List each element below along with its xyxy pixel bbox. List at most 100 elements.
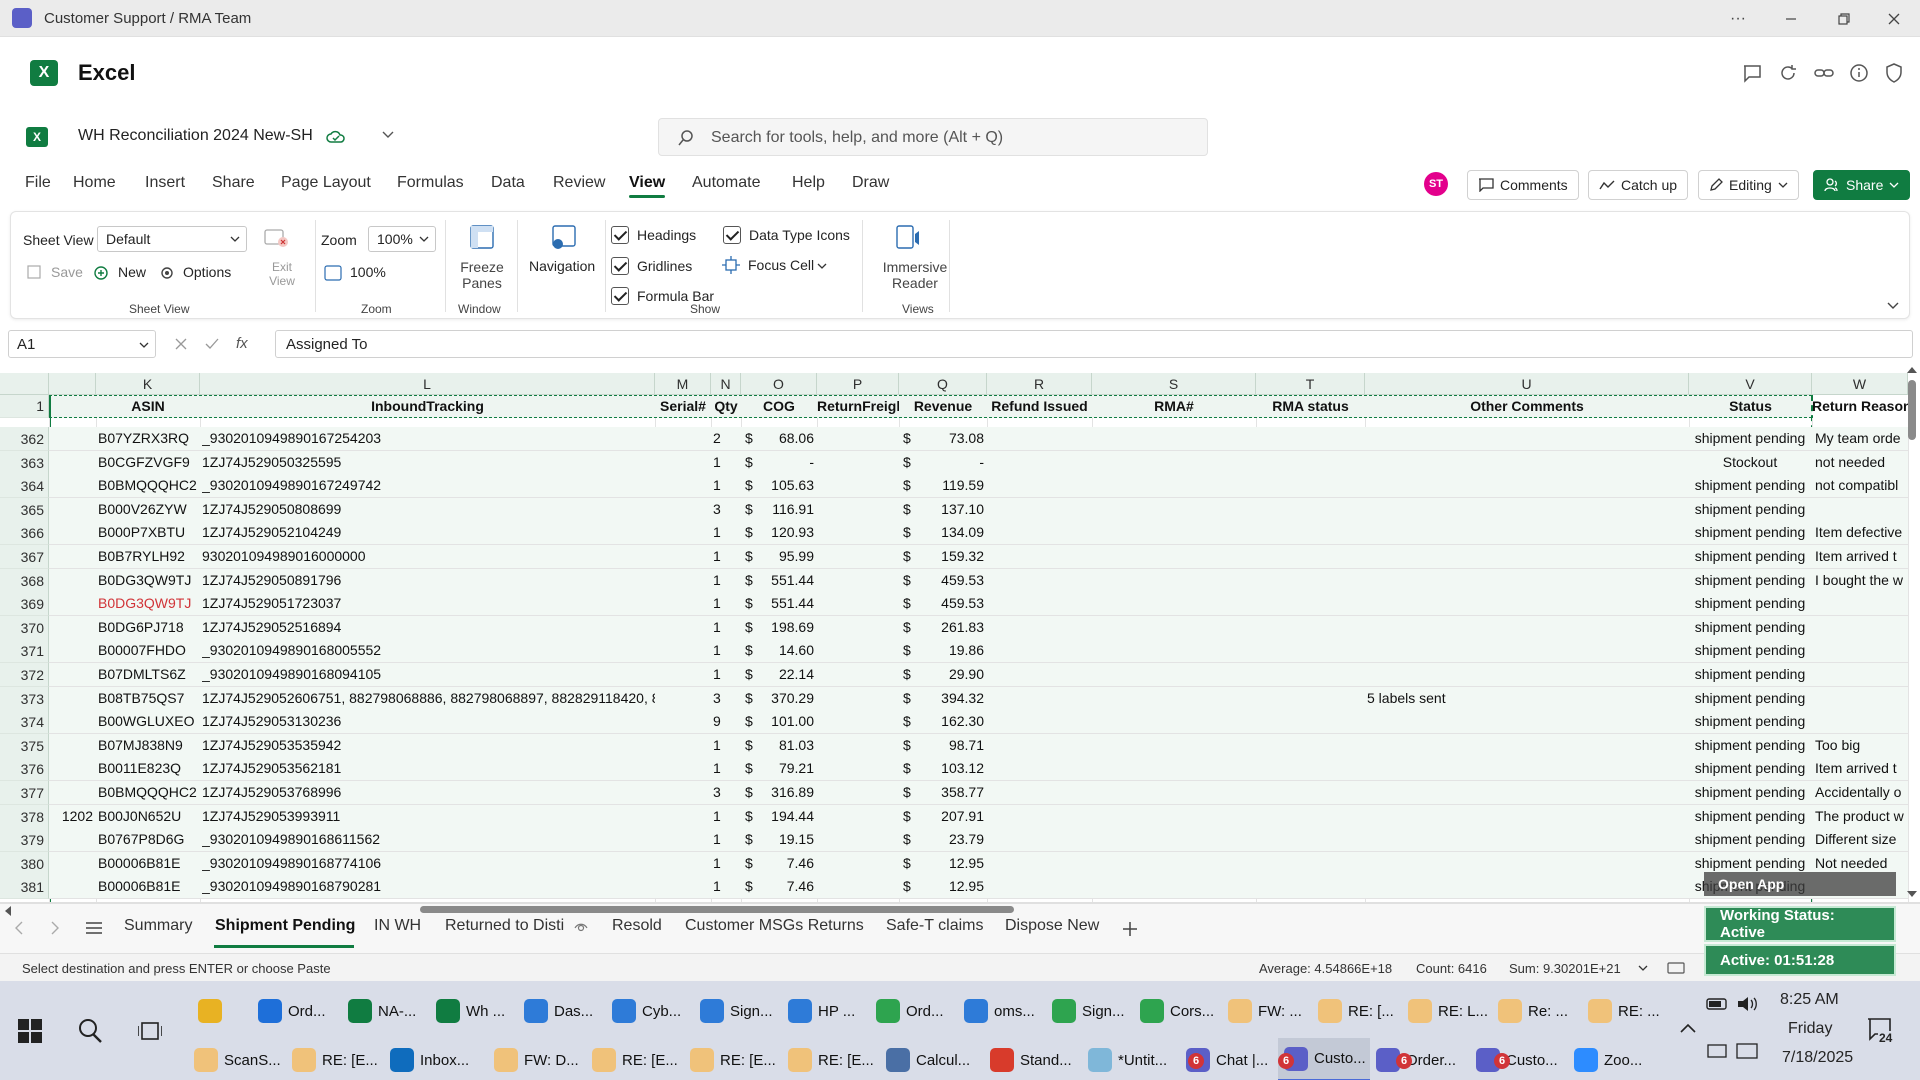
confirm-entry-icon[interactable] bbox=[205, 337, 219, 351]
formula-input[interactable]: Assigned To bbox=[275, 330, 1913, 358]
cell-cog[interactable]: 551.44 bbox=[760, 572, 814, 588]
tab-help[interactable]: Help bbox=[792, 174, 825, 192]
cell-return-reason[interactable]: Item arrived t bbox=[1815, 760, 1908, 776]
column-header-m[interactable]: M bbox=[655, 373, 711, 395]
headings-checkbox[interactable] bbox=[611, 226, 629, 244]
clock-time[interactable]: 8:25 AM bbox=[1780, 991, 1839, 1009]
zoom-select[interactable]: 100% bbox=[368, 226, 436, 252]
task-view-icon[interactable] bbox=[138, 1019, 162, 1043]
cell-revenue[interactable]: 358.77 bbox=[920, 784, 984, 800]
vertical-scrollbar-thumb[interactable] bbox=[1908, 380, 1916, 440]
cell-revenue-currency[interactable]: $ bbox=[903, 713, 917, 729]
cell-cog[interactable]: 7.46 bbox=[760, 878, 814, 894]
sheet-tab-safe-t-claims[interactable]: Safe-T claims bbox=[886, 917, 984, 935]
tab-data[interactable]: Data bbox=[491, 174, 525, 192]
taskbar-app[interactable]: Re: ... bbox=[1492, 989, 1582, 1033]
cell-inbound-tracking[interactable]: 1ZJ74J529053535942 bbox=[202, 737, 655, 753]
new-view-button[interactable]: New bbox=[118, 264, 146, 280]
exit-view-button[interactable]: Exit View bbox=[261, 260, 303, 288]
cell-return-reason[interactable]: The product w bbox=[1815, 808, 1908, 824]
focus-cell-button[interactable]: Focus Cell bbox=[748, 257, 814, 273]
taskbar-app[interactable]: Ord... bbox=[252, 989, 342, 1033]
freeze-panes-button[interactable]: Freeze Panes bbox=[457, 259, 507, 291]
row-header[interactable]: 380 bbox=[0, 852, 49, 876]
cell-cog-currency[interactable]: $ bbox=[745, 501, 759, 517]
cell-revenue[interactable]: 12.95 bbox=[920, 855, 984, 871]
volume-icon[interactable] bbox=[1736, 995, 1760, 1013]
header-cell-t[interactable]: RMA status bbox=[1256, 395, 1365, 418]
cell-revenue-currency[interactable]: $ bbox=[903, 855, 917, 871]
cell-asin[interactable]: B00007FHDO bbox=[98, 642, 200, 658]
row-header[interactable]: 365 bbox=[0, 498, 49, 522]
column-header-q[interactable]: Q bbox=[899, 373, 987, 395]
sheet-tab-summary[interactable]: Summary bbox=[124, 917, 192, 935]
avatar[interactable]: ST bbox=[1424, 172, 1448, 196]
cell-asin[interactable]: B07DMLTS6Z bbox=[98, 666, 200, 682]
cell-status[interactable]: shipment pending bbox=[1689, 619, 1811, 635]
row-header[interactable]: 366 bbox=[0, 521, 49, 545]
data-type-icons-checkbox[interactable] bbox=[723, 226, 741, 244]
cell-asin[interactable]: B00WGLUXEO bbox=[98, 713, 200, 729]
cell-inbound-tracking[interactable]: _9302010949890168094105 bbox=[202, 666, 655, 682]
cell-inbound-tracking[interactable]: 1ZJ74J529052606751, 882798068886, 882798… bbox=[202, 690, 655, 706]
cell-cog[interactable]: 198.69 bbox=[760, 619, 814, 635]
taskbar-app[interactable]: RE: L... bbox=[1402, 989, 1492, 1033]
cell-inbound-tracking[interactable]: 1ZJ74J529053993911 bbox=[202, 808, 655, 824]
cell-qty[interactable]: 1 bbox=[713, 454, 739, 470]
row-header[interactable]: 372 bbox=[0, 663, 49, 687]
cell-revenue-currency[interactable]: $ bbox=[903, 454, 917, 470]
header-cell-l[interactable]: InboundTracking bbox=[200, 395, 655, 418]
cell-return-reason[interactable]: Item arrived t bbox=[1815, 548, 1908, 564]
scroll-left-grid-icon[interactable] bbox=[4, 905, 12, 917]
cell-qty[interactable]: 3 bbox=[713, 690, 739, 706]
cell-asin[interactable]: B0011E823Q bbox=[98, 760, 200, 776]
cell-return-reason[interactable]: not needed bbox=[1815, 454, 1908, 470]
cell-inbound-tracking[interactable]: 1ZJ74J529051723037 bbox=[202, 595, 655, 611]
gridlines-checkbox[interactable] bbox=[611, 257, 629, 275]
cell-cog[interactable]: 101.00 bbox=[760, 713, 814, 729]
row-header[interactable]: 362 bbox=[0, 427, 49, 451]
cell-cog[interactable]: 14.60 bbox=[760, 642, 814, 658]
cell-cog[interactable]: 316.89 bbox=[760, 784, 814, 800]
sheet-tab-dispose-new[interactable]: Dispose New bbox=[1005, 917, 1099, 935]
taskbar-app[interactable]: FW: D... bbox=[488, 1038, 586, 1080]
cell-revenue[interactable]: 119.59 bbox=[920, 477, 984, 493]
cell-inbound-tracking[interactable]: _9302010949890168005552 bbox=[202, 642, 655, 658]
taskbar-app[interactable]: HP ... bbox=[782, 989, 870, 1033]
tab-automate[interactable]: Automate bbox=[692, 174, 760, 192]
cell-revenue-currency[interactable]: $ bbox=[903, 666, 917, 682]
cell-cog-currency[interactable]: $ bbox=[745, 642, 759, 658]
row-header[interactable]: 367 bbox=[0, 545, 49, 569]
cell-qty[interactable]: 1 bbox=[713, 808, 739, 824]
header-cell-k[interactable]: ASIN bbox=[96, 395, 200, 418]
row-header[interactable]: 377 bbox=[0, 781, 49, 805]
sheet-tab-in-wh[interactable]: IN WH bbox=[374, 917, 421, 935]
cell-status[interactable]: shipment pending bbox=[1689, 737, 1811, 753]
close-icon[interactable] bbox=[1868, 0, 1920, 37]
taskbar-app[interactable]: Zoo... bbox=[1568, 1038, 1658, 1080]
taskbar-app[interactable]: Sign... bbox=[1046, 989, 1134, 1033]
cell-qty[interactable]: 1 bbox=[713, 548, 739, 564]
taskbar-app[interactable]: Custo... bbox=[1470, 1038, 1568, 1080]
cell-revenue[interactable]: 459.53 bbox=[920, 595, 984, 611]
cell-status[interactable]: shipment pending bbox=[1689, 855, 1811, 871]
taskbar-app[interactable]: Inbox... bbox=[384, 1038, 488, 1080]
scroll-left-icon[interactable] bbox=[14, 921, 24, 935]
chevron-down-icon[interactable] bbox=[1638, 965, 1648, 971]
cell-return-reason[interactable]: not compatibl bbox=[1815, 477, 1908, 493]
header-cell-s[interactable]: RMA# bbox=[1092, 395, 1256, 418]
cell-revenue-currency[interactable]: $ bbox=[903, 808, 917, 824]
tab-file[interactable]: File bbox=[25, 174, 51, 192]
column-header-s[interactable]: S bbox=[1092, 373, 1256, 395]
cell-qty[interactable]: 1 bbox=[713, 666, 739, 682]
cell-qty[interactable]: 3 bbox=[713, 784, 739, 800]
cell-cog-currency[interactable]: $ bbox=[745, 548, 759, 564]
network-icon[interactable] bbox=[1706, 1043, 1728, 1061]
row-header[interactable]: 379 bbox=[0, 828, 49, 852]
cell-status[interactable]: shipment pending bbox=[1689, 760, 1811, 776]
search-input[interactable]: Search for tools, help, and more (Alt + … bbox=[658, 118, 1208, 156]
column-header-w[interactable]: W bbox=[1812, 373, 1908, 395]
cell-revenue-currency[interactable]: $ bbox=[903, 784, 917, 800]
cell-inbound-tracking[interactable]: _9302010949890168774106 bbox=[202, 855, 655, 871]
cell-cog[interactable]: 68.06 bbox=[760, 430, 814, 446]
